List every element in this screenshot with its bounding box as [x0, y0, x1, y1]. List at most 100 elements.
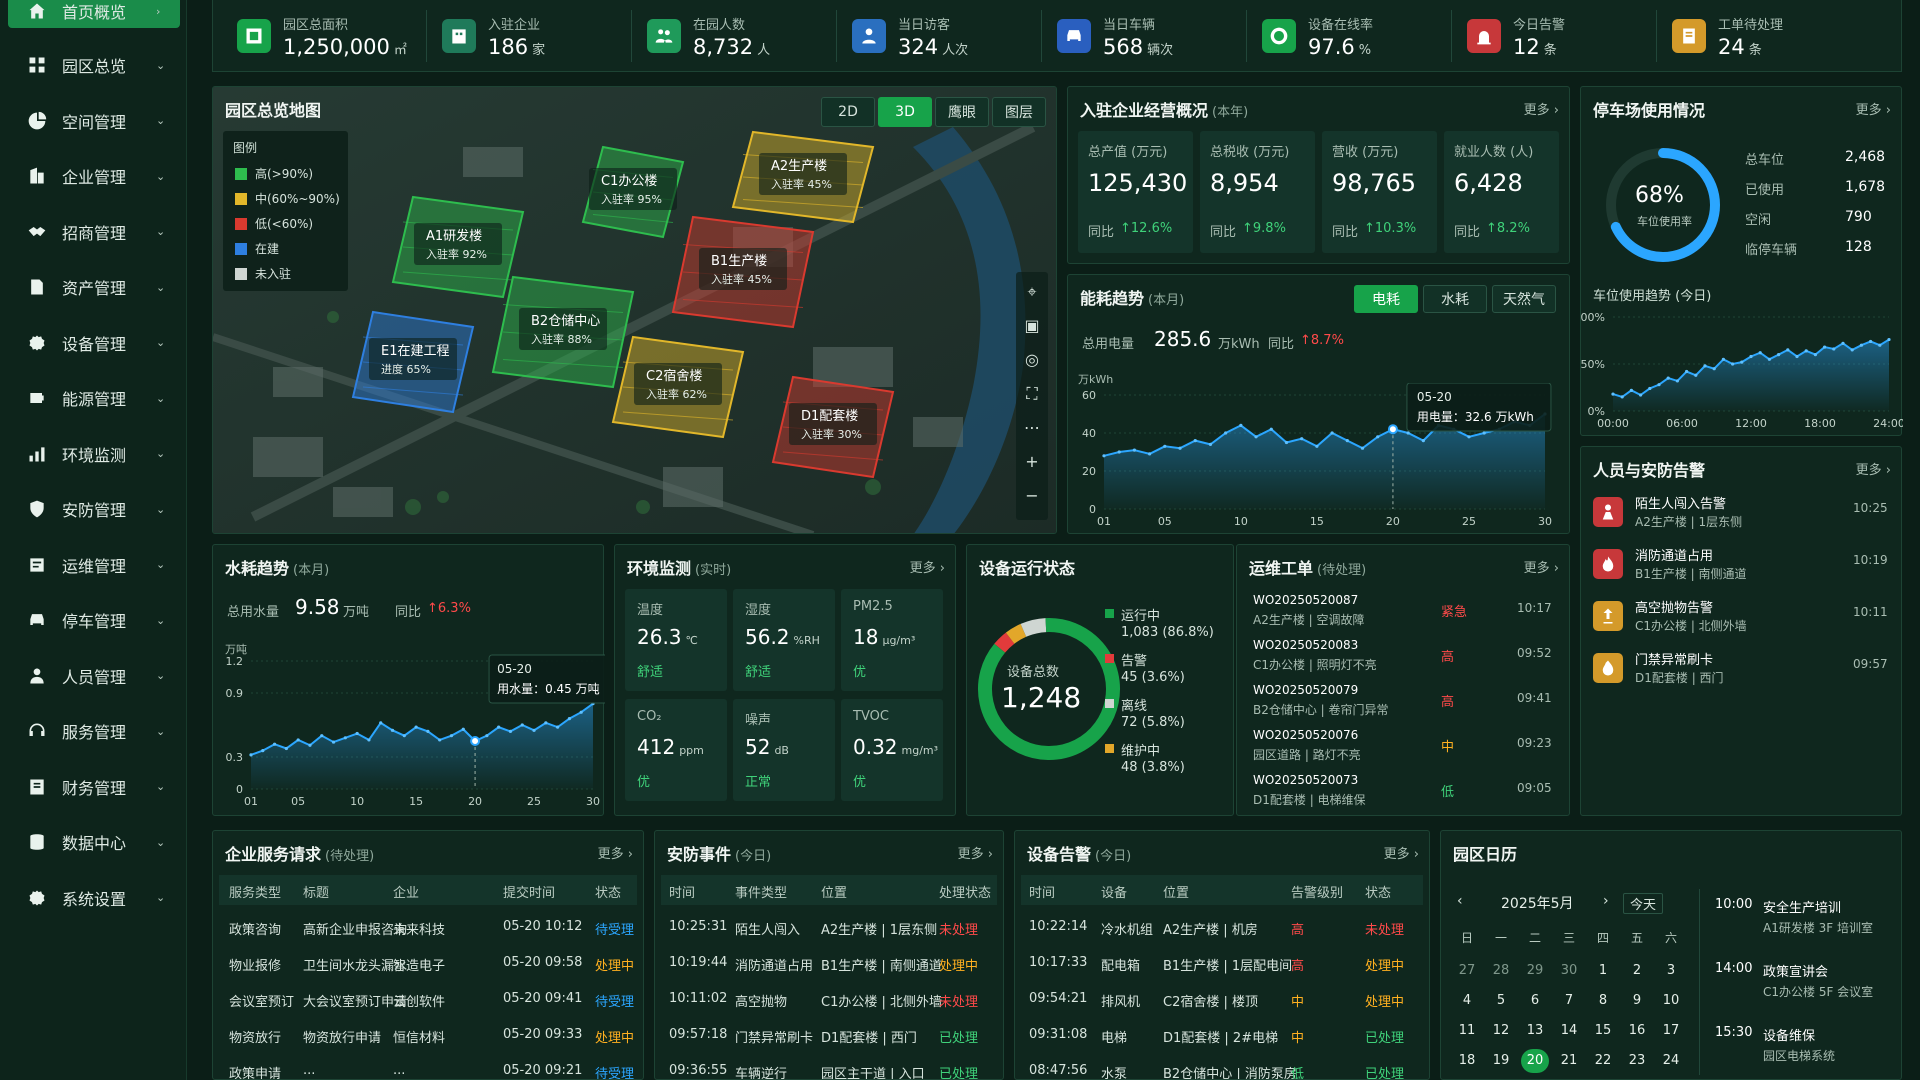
calendar-day[interactable]: 12 [1487, 1019, 1515, 1043]
workorder-row[interactable]: WO20250520083 C1办公楼 | 照明灯不亮 高 09:52 [1245, 638, 1563, 680]
table-row[interactable]: 09:54:21 排风机 C2宿舍楼 | 楼顶 中 处理中 [1021, 985, 1423, 1015]
map-building-5[interactable]: E1在建工程进度 65% [351, 310, 475, 414]
table-row[interactable]: 10:17:33 配电箱 B1生产楼 | 1层配电间高 处理中 [1021, 949, 1423, 979]
calendar-day[interactable]: 6 [1521, 989, 1549, 1013]
calendar-day[interactable]: 14 [1555, 1019, 1583, 1043]
map-building-6[interactable]: C2宿舍楼入驻率 62% [611, 335, 745, 439]
calendar-day[interactable]: 27 [1453, 959, 1481, 983]
calendar-day[interactable]: 19 [1487, 1049, 1515, 1073]
sidebar-item-12[interactable]: 人员管理 ⌄ [8, 659, 180, 693]
security-alert-item[interactable]: 陌生人闯入告警 A2生产楼 | 1层东侧 10:25 [1589, 491, 1893, 539]
calendar-day[interactable]: 7 [1555, 989, 1583, 1013]
layers-icon[interactable]: ▣ [1016, 312, 1048, 340]
map-building-1[interactable]: A2生产楼入驻率 45% [731, 130, 875, 224]
calendar-day[interactable]: 4 [1453, 989, 1481, 1013]
sidebar-item-11[interactable]: 停车管理 ⌄ [8, 603, 180, 637]
calendar-day[interactable]: 2 [1623, 959, 1651, 983]
calendar-day[interactable]: 24 [1657, 1049, 1685, 1073]
sidebar-item-0[interactable]: 首页概览 › [8, 0, 180, 28]
zoom-out-icon[interactable]: − [1016, 482, 1048, 510]
sidebar-item-2[interactable]: 空间管理 ⌄ [8, 104, 180, 138]
calendar-day[interactable]: 22 [1589, 1049, 1617, 1073]
kpi-3[interactable]: 当日访客 324 人次 [852, 0, 968, 72]
sidebar-item-16[interactable]: 系统设置 ⌄ [8, 881, 180, 915]
sidebar-item-13[interactable]: 服务管理 ⌄ [8, 714, 180, 748]
kpi-5[interactable]: 设备在线率 97.6% [1262, 0, 1373, 72]
map-building-4[interactable]: B2仓储中心入驻率 88% [491, 275, 635, 389]
energy-chart[interactable]: 60 40 20 001 05 10 15 20 25 30 05-20 用电量：32.6 万kWh [1068, 383, 1571, 533]
calendar-day[interactable]: 23 [1623, 1049, 1651, 1073]
calendar-day[interactable]: 29 [1521, 959, 1549, 983]
sidebar-item-5[interactable]: 资产管理 ⌄ [8, 270, 180, 304]
workorders-more-link[interactable]: 更多 › [1524, 557, 1559, 576]
sidebar-item-9[interactable]: 安防管理 ⌄ [8, 492, 180, 526]
energy-tab-0[interactable]: 电耗 [1354, 285, 1418, 313]
energy-tab-2[interactable]: 天然气 [1492, 285, 1556, 313]
service-requests-more-link[interactable]: 更多 › [598, 843, 633, 862]
calendar-today-button[interactable]: 今天 [1623, 893, 1664, 914]
calendar-day[interactable]: 28 [1487, 959, 1515, 983]
map-tab-3[interactable]: 图层 [992, 97, 1046, 127]
ruler-icon[interactable]: ⋯ [1016, 414, 1048, 442]
calendar-day[interactable]: 30 [1555, 959, 1583, 983]
table-row[interactable]: 10:11:02 高空抛物 C1办公楼 | 北侧外墙 未处理 [661, 985, 997, 1015]
calendar-day[interactable]: 18 [1453, 1049, 1481, 1073]
kpi-2[interactable]: 在园人数 8,732 人 [647, 0, 770, 72]
calendar-next-button[interactable]: › [1603, 893, 1609, 909]
calendar-day[interactable]: 17 [1657, 1019, 1685, 1043]
table-row[interactable]: 政策咨询 高新企业申报咨询 未来科技 05-20 10:12 待受理 [219, 913, 637, 943]
zoom-in-icon[interactable]: + [1016, 448, 1048, 476]
sidebar-item-10[interactable]: 运维管理 ⌄ [8, 548, 180, 582]
calendar-day[interactable]: 11 [1453, 1019, 1481, 1043]
calendar-day[interactable]: 3 [1657, 959, 1685, 983]
sidebar-item-14[interactable]: 财务管理 ⌄ [8, 770, 180, 804]
kpi-1[interactable]: 入驻企业 186 家 [442, 0, 545, 72]
sidebar-item-6[interactable]: 设备管理 ⌄ [8, 326, 180, 360]
sidebar-item-4[interactable]: 招商管理 ⌄ [8, 215, 180, 249]
map-tab-2[interactable]: 鹰眼 [935, 97, 989, 127]
kpi-7[interactable]: 工单待处理 24 条 [1672, 0, 1783, 72]
table-row[interactable]: 09:57:18 门禁异常刷卡 D1配套楼 | 西门 已处理 [661, 1021, 997, 1051]
calendar-day[interactable]: 1 [1589, 959, 1617, 983]
sidebar-item-7[interactable]: 能源管理 ⌄ [8, 381, 180, 415]
device-alarms-more-link[interactable]: 更多 › [1384, 843, 1419, 862]
map-building-7[interactable]: D1配套楼入驻率 30% [771, 375, 895, 479]
map-building-3[interactable]: B1生产楼入驻率 45% [671, 215, 815, 329]
workorder-row[interactable]: WO20250520076 园区道路 | 路灯不亮 中 09:23 [1245, 728, 1563, 770]
kpi-0[interactable]: 园区总面积 1,250,000 ㎡ [237, 0, 407, 72]
kpi-4[interactable]: 当日车辆 568 辆次 [1057, 0, 1173, 72]
sidebar-item-1[interactable]: 园区总览 ⌄ [8, 48, 180, 82]
energy-tab-1[interactable]: 水耗 [1423, 285, 1487, 313]
kpi-6[interactable]: 今日告警 12 条 [1467, 0, 1565, 72]
map-tab-0[interactable]: 2D [821, 97, 875, 127]
sidebar-item-3[interactable]: 企业管理 ⌄ [8, 159, 180, 193]
calendar-day[interactable]: 9 [1623, 989, 1651, 1013]
fullscreen-icon[interactable]: ⛶ [1016, 380, 1048, 408]
table-row[interactable]: 09:31:08 电梯 D1配套楼 | 2#电梯中 已处理 [1021, 1021, 1423, 1051]
water-chart[interactable]: 1.2 0.9 0.3 001 05 10 15 20 25 30 05-20 用水量：0.45 万吨 [213, 653, 605, 813]
table-row[interactable]: 08:47:56 水泵 B2仓储中心 | 消防泵房低 已处理 [1021, 1057, 1423, 1079]
workorder-row[interactable]: WO20250520087 A2生产楼 | 空调故障 紧急 10:17 [1245, 593, 1563, 635]
table-row[interactable]: 政策申请...... 05-20 09:21 待受理 [219, 1057, 637, 1079]
table-row[interactable]: 物资放行 物资放行申请 恒信材料 05-20 09:33 处理中 [219, 1021, 637, 1051]
table-row[interactable]: 物业报修 卫生间水龙头漏水 智造电子 05-20 09:58 处理中 [219, 949, 637, 979]
parking-trend-chart[interactable]: 100%50%0%00:0006:0012:0018:0024:00 [1581, 307, 1903, 433]
calendar-day[interactable]: 10 [1657, 989, 1685, 1013]
sidebar-item-8[interactable]: 环境监测 ⌄ [8, 437, 180, 471]
parking-more-link[interactable]: 更多 › [1856, 99, 1891, 118]
table-row[interactable]: 10:19:44 消防通道占用 B1生产楼 | 南侧通道 处理中 [661, 949, 997, 979]
table-row[interactable]: 会议室预订 大会议室预订申请 云创软件 05-20 09:41 待受理 [219, 985, 637, 1015]
security-alert-item[interactable]: 门禁异常刷卡 D1配套楼 | 西门 09:57 [1589, 647, 1893, 695]
calendar-day[interactable]: 16 [1623, 1019, 1651, 1043]
workorder-row[interactable]: WO20250520073 D1配套楼 | 电梯维保 低 09:05 [1245, 773, 1563, 815]
security-alert-item[interactable]: 消防通道占用 B1生产楼 | 南侧通道 10:19 [1589, 543, 1893, 591]
security-events-more-link[interactable]: 更多 › [958, 843, 993, 862]
environment-more-link[interactable]: 更多 › [910, 557, 945, 576]
calendar-day-today[interactable]: 20 [1521, 1049, 1549, 1073]
sidebar-item-15[interactable]: 数据中心 ⌄ [8, 825, 180, 859]
calendar-day[interactable]: 13 [1521, 1019, 1549, 1043]
locate-icon[interactable]: ⌖ [1016, 278, 1048, 306]
table-row[interactable]: 10:22:14 冷水机组 A2生产楼 | 机房 高 未处理 [1021, 913, 1423, 943]
calendar-prev-button[interactable]: ‹ [1457, 893, 1463, 909]
enterprise-more-link[interactable]: 更多 › [1524, 99, 1559, 118]
